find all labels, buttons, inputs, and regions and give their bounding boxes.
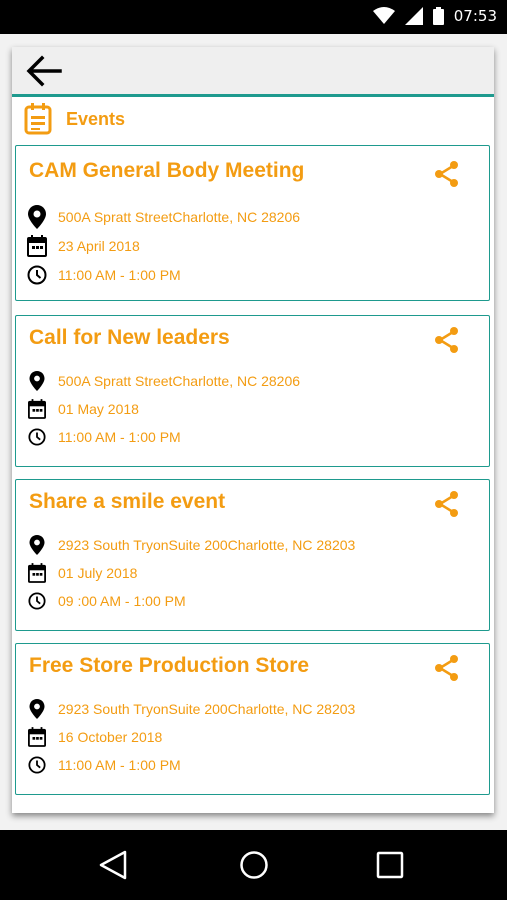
share-button[interactable]	[433, 160, 461, 188]
content-card: Events CAM General Body Meeting 500A Spr…	[12, 47, 494, 813]
event-address: 500A Spratt StreetCharlotte, NC 28206	[58, 373, 301, 389]
status-time: 07:53	[453, 7, 497, 25]
event-time-row: 09 :00 AM - 1:00 PM	[26, 590, 186, 612]
status-icons: 07:53	[372, 7, 497, 25]
signal-icon	[404, 7, 423, 25]
time-icon	[27, 265, 47, 285]
location-pin-icon	[29, 535, 45, 555]
event-time-row: 11:00 AM - 1:00 PM	[26, 426, 181, 448]
location-pin-icon	[29, 699, 45, 719]
calendar-icon	[27, 235, 47, 257]
events-header: Events	[24, 103, 125, 135]
event-card[interactable]: CAM General Body Meeting 500A Spratt Str…	[15, 145, 490, 301]
event-date-row: 16 October 2018	[26, 726, 162, 748]
share-button[interactable]	[433, 326, 461, 354]
share-icon	[435, 161, 458, 187]
event-title: Call for New leaders	[29, 326, 230, 349]
back-arrow-icon	[26, 55, 62, 87]
event-title: CAM General Body Meeting	[29, 159, 305, 182]
location-pin-icon	[28, 205, 46, 229]
event-date-row: 01 July 2018	[26, 562, 137, 584]
event-time: 09 :00 AM - 1:00 PM	[58, 593, 186, 609]
page-background: Events CAM General Body Meeting 500A Spr…	[0, 34, 507, 830]
event-date: 01 July 2018	[58, 565, 138, 581]
share-icon	[435, 327, 458, 353]
calendar-icon	[24, 103, 52, 135]
share-button[interactable]	[433, 490, 461, 518]
event-address: 500A Spratt StreetCharlotte, NC 28206	[58, 209, 301, 225]
event-time: 11:00 AM - 1:00 PM	[58, 429, 181, 445]
calendar-icon	[28, 727, 46, 747]
time-icon	[28, 592, 46, 610]
event-title: Share a smile event	[29, 490, 226, 513]
share-button[interactable]	[433, 654, 461, 682]
event-title: Free Store Production Store	[29, 654, 310, 677]
location-pin-icon	[29, 371, 45, 391]
share-icon	[435, 655, 458, 681]
wifi-icon	[372, 7, 395, 24]
toolbar	[12, 47, 494, 97]
time-icon	[28, 756, 46, 774]
calendar-icon	[28, 563, 46, 583]
share-icon	[435, 491, 458, 517]
event-address: 2923 South TryonSuite 200Charlotte, NC 2…	[58, 537, 356, 553]
calendar-icon	[28, 399, 46, 419]
back-button[interactable]	[24, 53, 64, 89]
event-location-row: 2923 South TryonSuite 200Charlotte, NC 2…	[26, 698, 355, 720]
nav-back-icon	[99, 850, 127, 880]
event-address: 2923 South TryonSuite 200Charlotte, NC 2…	[58, 701, 356, 717]
event-time: 11:00 AM - 1:00 PM	[58, 267, 181, 283]
event-date: 01 May 2018	[58, 401, 139, 417]
event-card[interactable]: Free Store Production Store 2923 South T…	[15, 643, 490, 795]
event-date-row: 01 May 2018	[26, 398, 139, 420]
event-card[interactable]: Share a smile event 2923 South TryonSuit…	[15, 479, 490, 631]
time-icon	[28, 428, 46, 446]
nav-back-button[interactable]	[98, 850, 128, 880]
event-time: 11:00 AM - 1:00 PM	[58, 757, 181, 773]
nav-home-icon	[240, 851, 268, 879]
nav-recents-icon	[376, 851, 404, 879]
event-date: 23 April 2018	[58, 238, 140, 254]
page-title: Events	[66, 108, 126, 129]
event-card[interactable]: Call for New leaders 500A Spratt StreetC…	[15, 315, 490, 467]
battery-icon	[432, 7, 444, 25]
event-location-row: 2923 South TryonSuite 200Charlotte, NC 2…	[26, 534, 355, 556]
event-time-row: 11:00 AM - 1:00 PM	[26, 264, 181, 286]
nav-recents-button[interactable]	[375, 850, 405, 880]
event-time-row: 11:00 AM - 1:00 PM	[26, 754, 181, 776]
event-location-row: 500A Spratt StreetCharlotte, NC 28206	[26, 370, 300, 392]
navigation-bar	[0, 830, 507, 900]
event-location-row: 500A Spratt StreetCharlotte, NC 28206	[26, 205, 301, 229]
event-date-row: 23 April 2018	[26, 235, 140, 257]
status-bar: 07:53	[0, 0, 507, 34]
event-date: 16 October 2018	[58, 729, 163, 745]
nav-home-button[interactable]	[239, 850, 269, 880]
